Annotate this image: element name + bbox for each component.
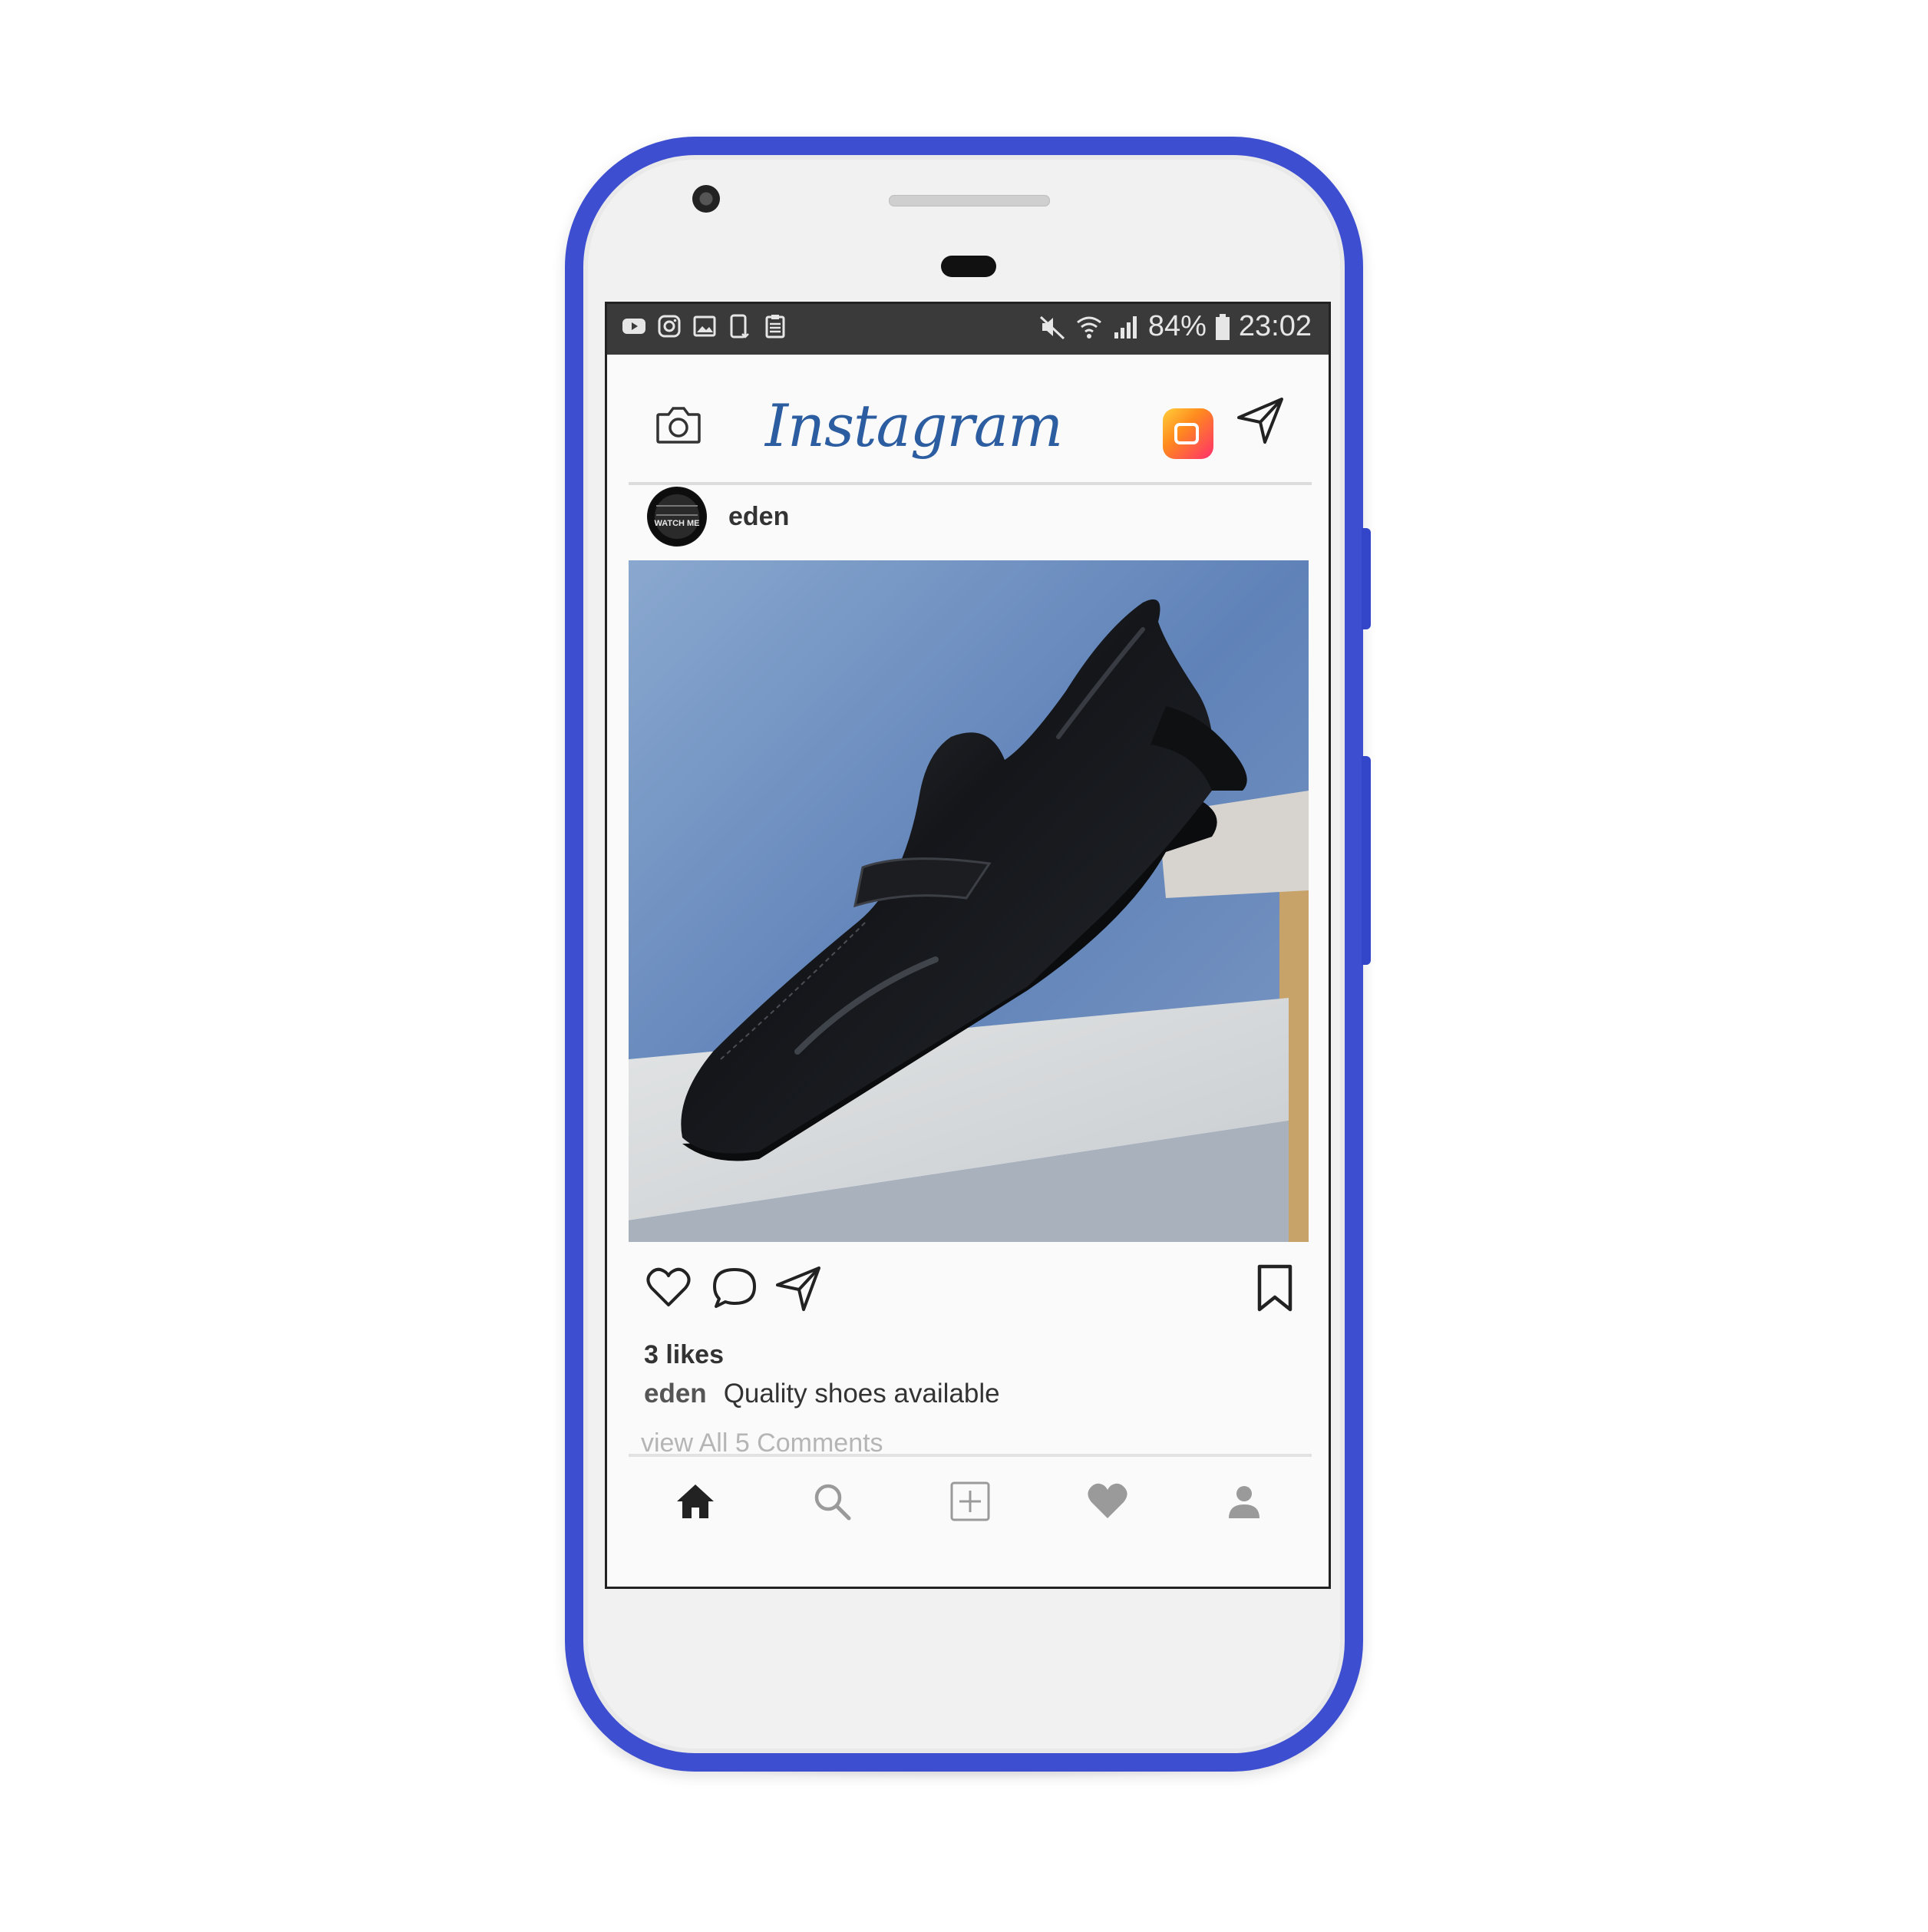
post-username[interactable]: eden (728, 502, 789, 532)
battery-percent: 84% (1147, 310, 1207, 342)
signal-icon (1114, 315, 1137, 339)
front-camera (692, 185, 720, 213)
igtv-icon[interactable] (1163, 408, 1213, 459)
clock: 23:02 (1238, 310, 1312, 342)
activity-heart-icon[interactable] (1084, 1478, 1131, 1524)
mockup-stage: 84% 23:02 Instagram WATCH ME eden 3 like… (0, 0, 1928, 1932)
wifi-icon (1076, 316, 1101, 339)
post-actions (607, 1256, 1329, 1317)
proximity-sensor (941, 256, 996, 277)
avatar-logo-text: WATCH ME (654, 519, 700, 528)
share-icon[interactable] (774, 1263, 824, 1313)
battery-icon (1215, 313, 1230, 340)
mute-icon (1039, 315, 1065, 339)
camera-icon[interactable] (655, 404, 702, 445)
phone-screen: 84% 23:02 Instagram WATCH ME eden 3 like… (605, 302, 1331, 1589)
status-indicators: 84% 23:02 (1038, 310, 1312, 343)
home-icon[interactable] (672, 1478, 718, 1524)
caption-text: Quality shoes available (723, 1379, 1000, 1409)
search-icon[interactable] (809, 1478, 855, 1524)
bookmark-icon[interactable] (1250, 1263, 1299, 1313)
earpiece-speaker (889, 195, 1050, 206)
instagram-logo: Instagram (765, 391, 1063, 460)
direct-message-icon[interactable] (1234, 395, 1286, 447)
phone-download-icon (730, 314, 749, 339)
post-photo[interactable] (629, 560, 1309, 1242)
comment-icon[interactable] (710, 1263, 759, 1313)
loafer-photo (629, 560, 1309, 1242)
bottom-nav (607, 1478, 1329, 1547)
avatar[interactable]: WATCH ME (647, 487, 707, 547)
heart-icon[interactable] (644, 1263, 693, 1313)
notification-icons (621, 313, 788, 339)
caption-username[interactable]: eden (644, 1379, 707, 1409)
profile-icon[interactable] (1221, 1478, 1267, 1524)
post-header[interactable]: WATCH ME eden (647, 486, 789, 547)
post-caption: eden Quality shoes available (644, 1379, 1000, 1409)
likes-count[interactable]: 3 likes (644, 1340, 724, 1370)
youtube-icon (622, 319, 645, 334)
app-header: Instagram (607, 355, 1329, 485)
bottom-nav-divider (629, 1454, 1312, 1457)
header-divider (629, 482, 1312, 485)
status-bar: 84% 23:02 (607, 304, 1329, 355)
phone-side-button (1362, 528, 1371, 629)
instagram-icon (658, 315, 681, 338)
clipboard-icon (765, 315, 785, 339)
gallery-icon (693, 315, 716, 337)
add-post-icon[interactable] (947, 1478, 993, 1524)
phone-volume-button (1362, 756, 1371, 965)
